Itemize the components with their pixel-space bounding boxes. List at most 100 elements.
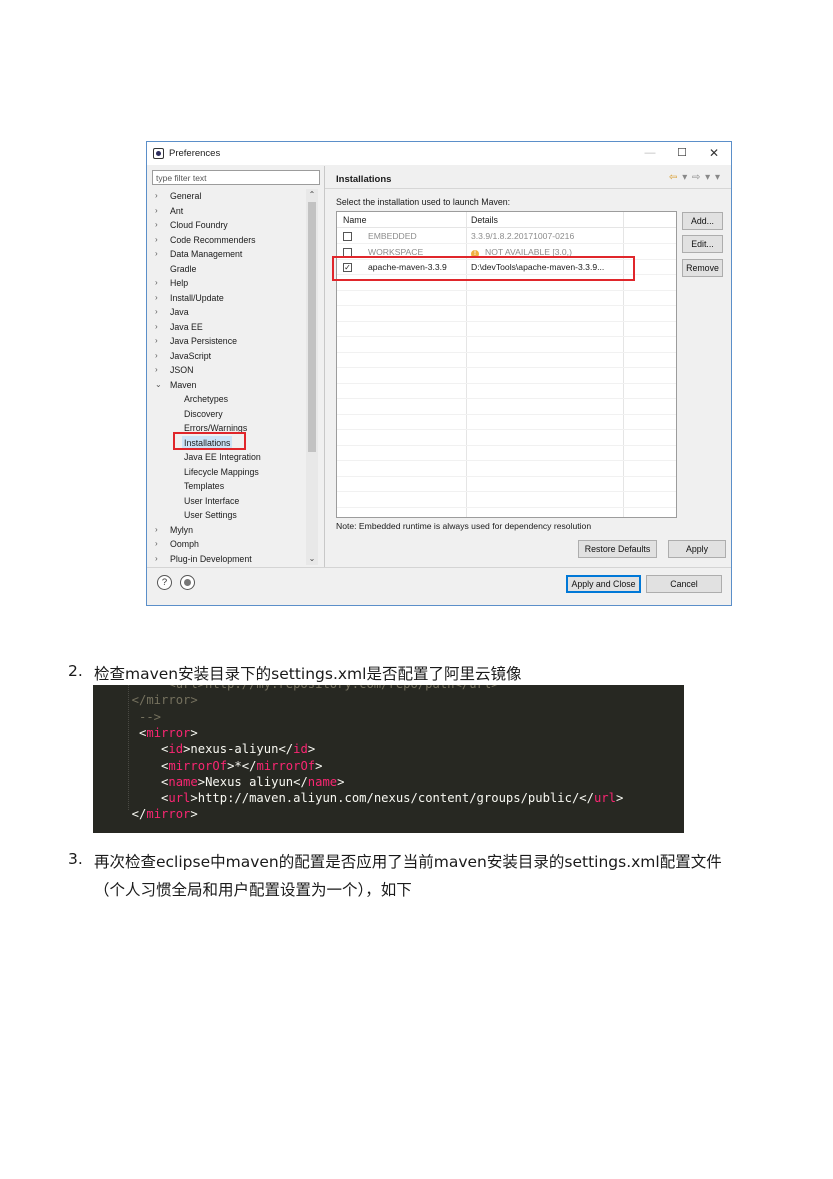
filter-input[interactable]: type filter text xyxy=(152,170,320,185)
empty-row xyxy=(337,493,676,508)
tree-item-java-ee-integration[interactable]: Java EE Integration xyxy=(151,450,319,465)
tree-scrollbar[interactable]: ⌃ ⌄ xyxy=(306,189,318,565)
remove-button[interactable]: Remove xyxy=(682,259,723,277)
tree-item-ant[interactable]: › Ant xyxy=(151,204,319,219)
tree-item-label: Cloud Foundry xyxy=(170,220,228,230)
history-nav[interactable]: ⇦ ▾ ⇨ ▾ ▾ xyxy=(669,172,721,183)
code-text: > xyxy=(337,774,345,789)
view-menu-icon[interactable]: ▾ xyxy=(715,172,721,183)
tree-item-oomph[interactable]: › Oomph xyxy=(151,537,319,552)
chevron-right-icon[interactable]: › xyxy=(155,276,158,291)
cancel-button[interactable]: Cancel xyxy=(646,575,722,593)
code-text: >*</ xyxy=(227,758,257,773)
step-3-text-line2: （个人习惯全局和用户配置设置为一个），如下 xyxy=(94,881,412,899)
chevron-right-icon[interactable]: › xyxy=(155,189,158,204)
code-text: > xyxy=(315,758,323,773)
tree-item-gradle[interactable]: Gradle xyxy=(151,262,319,277)
chevron-down-icon[interactable]: ⌄ xyxy=(155,378,162,393)
installation-details: 3.3.9/1.8.2.20171007-0216 xyxy=(471,231,574,241)
minimize-button[interactable]: — xyxy=(639,145,661,161)
tree-item-java-ee[interactable]: › Java EE xyxy=(151,320,319,335)
tree-item-java-persistence[interactable]: › Java Persistence xyxy=(151,334,319,349)
code-line: <mirror> xyxy=(117,726,198,740)
tree-item-archetypes[interactable]: Archetypes xyxy=(151,392,319,407)
chevron-right-icon[interactable]: › xyxy=(155,247,158,262)
tree-item-code-recommenders[interactable]: › Code Recommenders xyxy=(151,233,319,248)
tree-item-json[interactable]: › JSON xyxy=(151,363,319,378)
chevron-right-icon[interactable]: › xyxy=(155,291,158,306)
chevron-right-icon[interactable]: › xyxy=(155,305,158,320)
tree-item-label: Code Recommenders xyxy=(170,234,256,245)
tree-item-label: Lifecycle Mappings xyxy=(184,466,259,477)
tree-item-label: JSON xyxy=(170,365,194,375)
xml-tag-name: id xyxy=(293,742,308,757)
tree-item-plug-in-development[interactable]: › Plug-in Development xyxy=(151,552,319,566)
apply-button[interactable]: Apply xyxy=(668,540,726,558)
restore-defaults-button[interactable]: Restore Defaults xyxy=(578,540,657,558)
code-text: >Nexus aliyun</ xyxy=(197,774,308,789)
maximize-button[interactable]: ☐ xyxy=(671,145,693,161)
tree-item-label: JavaScript xyxy=(170,350,212,361)
tree-item-lifecycle-mappings[interactable]: Lifecycle Mappings xyxy=(151,465,319,480)
chevron-right-icon[interactable]: › xyxy=(155,218,158,233)
xml-tag-name: name xyxy=(307,774,338,789)
empty-row xyxy=(337,307,676,322)
tree-item-data-management[interactable]: › Data Management xyxy=(151,247,319,262)
installation-checkbox[interactable] xyxy=(343,232,352,241)
tree-item-maven[interactable]: ⌄ Maven xyxy=(151,378,319,393)
xml-tag-name: url xyxy=(593,791,616,806)
pane-divider[interactable] xyxy=(324,166,325,567)
scroll-up-icon[interactable]: ⌃ xyxy=(306,189,318,201)
chevron-right-icon[interactable]: › xyxy=(155,320,158,335)
code-text: > xyxy=(615,791,624,806)
tree-item-javascript[interactable]: › JavaScript xyxy=(151,349,319,364)
code-line: <url>http://my.repository.com/repo/path<… xyxy=(117,685,498,691)
step-2-number: 2. xyxy=(68,662,83,680)
eclipse-icon xyxy=(153,148,164,159)
forward-arrow-icon[interactable]: ⇨ xyxy=(692,172,701,183)
table-header: Name Details xyxy=(337,212,676,228)
xml-tag-name: url xyxy=(168,791,191,806)
empty-row xyxy=(337,415,676,430)
column-details[interactable]: Details xyxy=(471,215,498,225)
apply-and-close-button[interactable]: Apply and Close xyxy=(566,575,641,593)
back-arrow-icon[interactable]: ⇦ xyxy=(669,172,678,183)
chevron-right-icon[interactable]: › xyxy=(155,523,158,538)
tree-item-install-update[interactable]: › Install/Update xyxy=(151,291,319,306)
empty-row xyxy=(337,477,676,492)
chevron-right-icon[interactable]: › xyxy=(155,204,158,219)
code-line: </mirror> xyxy=(117,693,198,707)
chevron-right-icon[interactable]: › xyxy=(155,349,158,364)
tree-item-discovery[interactable]: Discovery xyxy=(151,407,319,422)
chevron-right-icon[interactable]: › xyxy=(155,233,158,248)
tree-item-java[interactable]: › Java xyxy=(151,305,319,320)
add-button[interactable]: Add... xyxy=(682,212,723,230)
chevron-right-icon[interactable]: › xyxy=(155,363,158,378)
code-line: <name>Nexus aliyun</name> xyxy=(117,774,345,789)
scroll-down-icon[interactable]: ⌄ xyxy=(306,553,318,565)
xml-tag-name: mirror xyxy=(146,807,191,822)
installation-row[interactable]: EMBEDDED 3.3.9/1.8.2.20171007-0216 xyxy=(337,229,676,244)
edit-button[interactable]: Edit... xyxy=(682,235,723,253)
oomph-record-icon[interactable] xyxy=(180,575,195,590)
chevron-right-icon[interactable]: › xyxy=(155,537,158,552)
help-icon[interactable]: ? xyxy=(157,575,172,590)
tree-item-label: Help xyxy=(170,278,189,288)
chevron-right-icon[interactable]: › xyxy=(155,552,158,566)
code-line: <id>nexus-aliyun</id> xyxy=(117,742,315,756)
tree-item-user-interface[interactable]: User Interface xyxy=(151,494,319,509)
tree-item-user-settings[interactable]: User Settings xyxy=(151,508,319,523)
tree-item-help[interactable]: › Help xyxy=(151,276,319,291)
tree-item-templates[interactable]: Templates xyxy=(151,479,319,494)
close-button[interactable]: ✕ xyxy=(703,145,725,161)
column-name[interactable]: Name xyxy=(343,215,366,225)
code-text: </ xyxy=(117,807,147,822)
tree-item-general[interactable]: › General xyxy=(151,189,319,204)
scroll-thumb[interactable] xyxy=(308,202,316,452)
tree-item-cloud-foundry[interactable]: › Cloud Foundry xyxy=(151,218,319,233)
tree-item-mylyn[interactable]: › Mylyn xyxy=(151,523,319,538)
empty-row xyxy=(337,291,676,306)
empty-row xyxy=(337,384,676,399)
chevron-right-icon[interactable]: › xyxy=(155,334,158,349)
embedded-runtime-note: Note: Embedded runtime is always used fo… xyxy=(336,521,592,531)
